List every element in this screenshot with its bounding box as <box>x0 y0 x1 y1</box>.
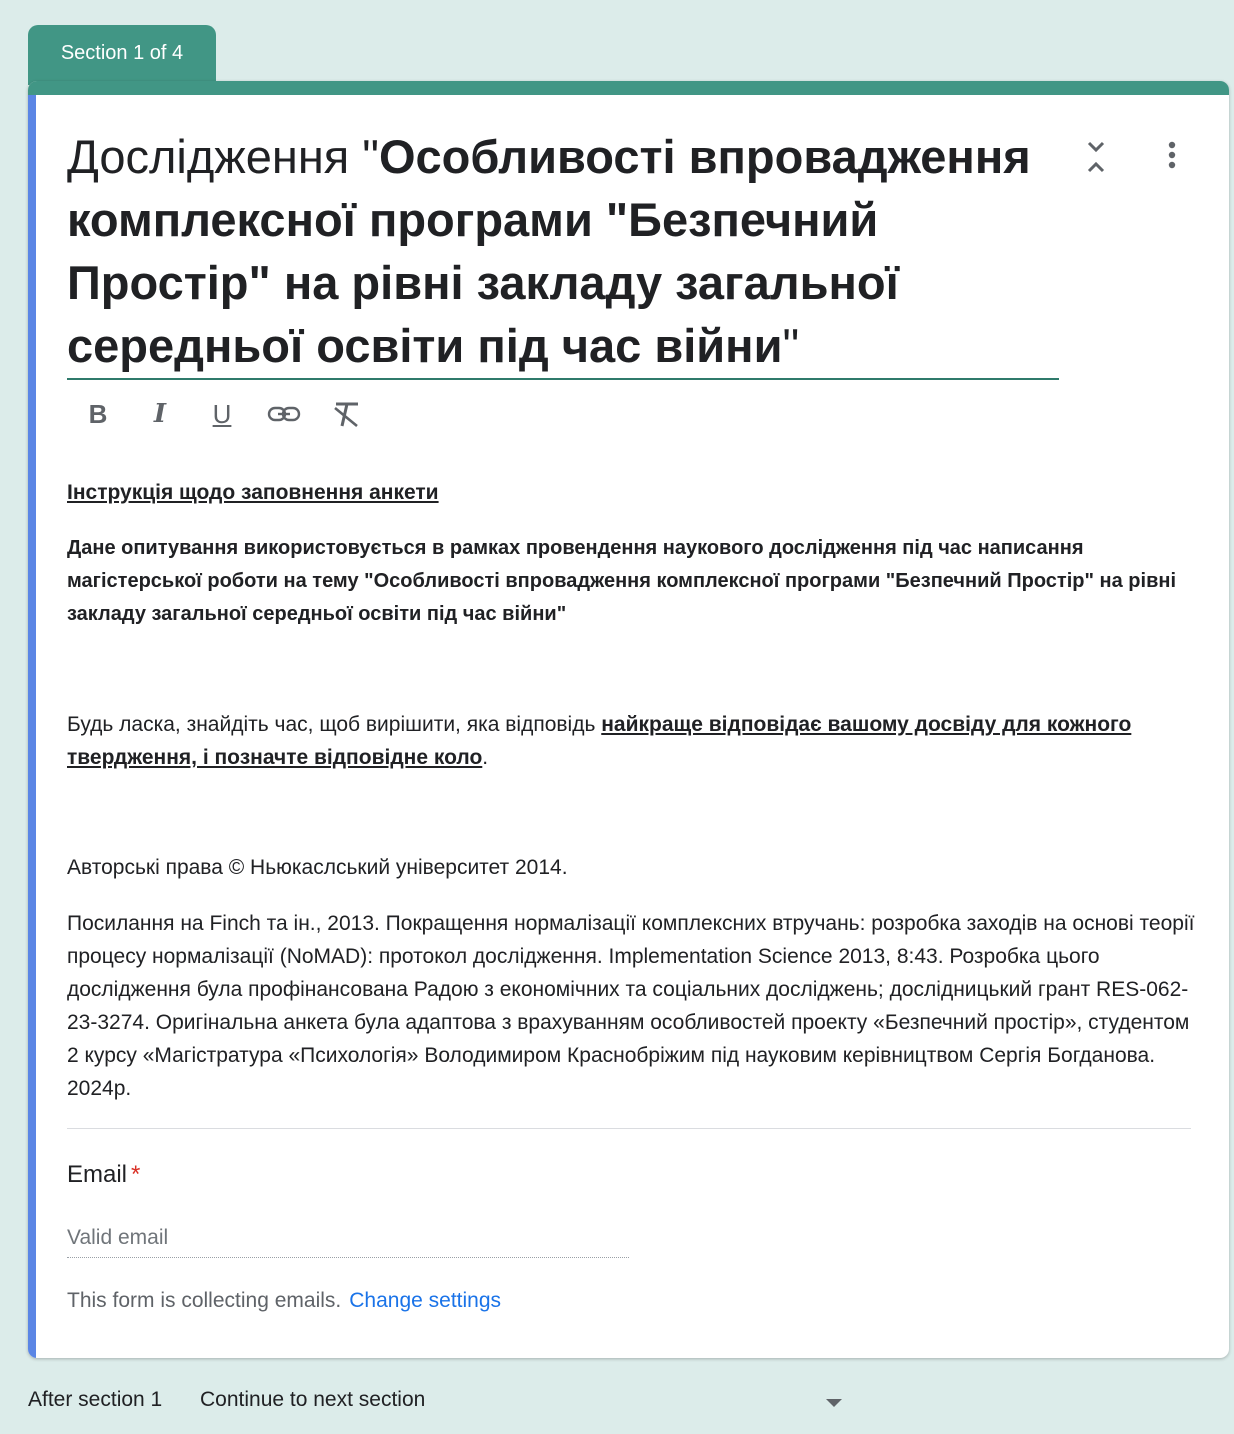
underline-button[interactable]: U <box>204 396 240 432</box>
email-label-text: Email <box>67 1161 128 1188</box>
reference-text: Посилання на Finch та ін., 2013. Покраще… <box>67 912 1195 1100</box>
email-field[interactable] <box>67 1219 629 1258</box>
title-input-underline <box>67 378 1059 380</box>
copyright-text: Авторські права © Ньюкаслський університ… <box>67 856 568 879</box>
survey-purpose-text: Дане опитування використовується в рамка… <box>67 537 1176 625</box>
instructions-text: Будь ласка, знайдіть час, щоб вирішити, … <box>67 708 1197 774</box>
divider <box>67 1128 1191 1129</box>
after-section-select[interactable]: Continue to next section <box>200 1388 848 1412</box>
form-title[interactable]: Дослідження "Особливості впровадження ко… <box>67 125 1057 377</box>
insert-link-button[interactable] <box>266 396 302 432</box>
more-vert-icon[interactable] <box>1156 137 1188 177</box>
change-settings-link[interactable]: Change settings <box>349 1289 501 1312</box>
instructions-prefix: Будь ласка, знайдіть час, щоб вирішити, … <box>67 713 602 736</box>
italic-button[interactable]: I <box>142 396 178 432</box>
form-title-prefix: Дослідження " <box>67 130 379 183</box>
collapse-icon[interactable] <box>1080 137 1112 177</box>
after-section-label: After section 1 <box>28 1388 163 1411</box>
collecting-emails-notice: This form is collecting emails. Change se… <box>67 1289 501 1313</box>
section-tab: Section 1 of 4 <box>28 25 216 85</box>
collecting-emails-text: This form is collecting emails. <box>67 1289 342 1312</box>
instructions-suffix: . <box>482 746 489 769</box>
instructions-heading: Інструкція щодо заповнення анкети <box>67 481 439 504</box>
card-top-accent <box>28 81 1229 95</box>
card-left-focus-bar <box>28 95 36 1358</box>
form-title-suffix: " <box>782 319 800 372</box>
link-icon <box>267 406 301 422</box>
dropdown-arrow-icon[interactable] <box>826 1399 842 1407</box>
clear-formatting-button[interactable] <box>328 396 364 432</box>
section-header-card: Дослідження "Особливості впровадження ко… <box>28 81 1229 1358</box>
clear-format-icon <box>334 402 358 428</box>
required-asterisk: * <box>131 1161 141 1188</box>
bold-button[interactable]: B <box>80 396 116 432</box>
email-question-label: Email * <box>67 1161 140 1189</box>
